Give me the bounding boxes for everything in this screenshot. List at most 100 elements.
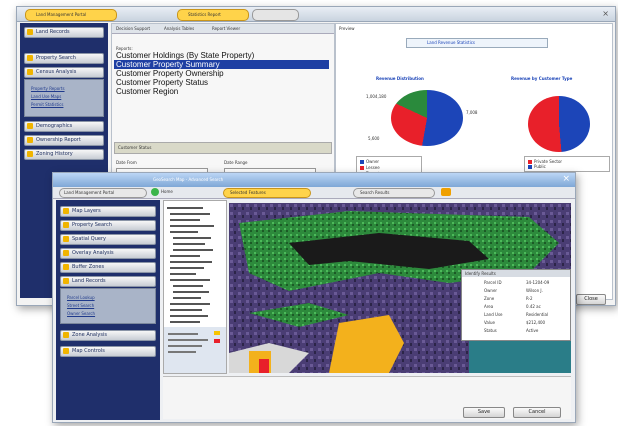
sidebar-item-census-analysis[interactable]: Census Analysis — [24, 67, 104, 78]
back-window-tab-2[interactable]: Statistics Report — [177, 9, 249, 21]
subtab[interactable]: Report Viewer — [212, 26, 240, 31]
close-button[interactable]: Close — [576, 294, 606, 305]
legend-item: Owner — [366, 159, 380, 164]
popup-titlebar: Identify Results — [462, 270, 570, 277]
popup-key: Land Use — [484, 312, 503, 317]
legend-swatch — [360, 166, 364, 170]
list-item[interactable]: Customer Region — [116, 87, 178, 96]
folder-icon — [27, 123, 33, 129]
chart2-title: Revenue by Customer Type — [511, 76, 573, 81]
popup-value: 34-1204-09 — [526, 280, 550, 285]
sidebar-item-overlay-analysis[interactable]: Overlay Analysis — [60, 248, 156, 259]
pie1-label: 1,004,180 — [366, 94, 387, 99]
sidebar-subpanel: Parcel Lookup Street Search Owner Search — [60, 288, 156, 324]
date-from-label: Date From — [116, 160, 137, 165]
table-row: Status Active — [464, 327, 568, 335]
toolbar-results-label: Search Results — [360, 190, 390, 195]
sidebar-item-map-layers[interactable]: Map Layers — [60, 206, 156, 217]
sidebar-item-label: Demographics — [36, 123, 73, 129]
folder-icon — [27, 69, 33, 75]
folder-icon — [63, 222, 69, 228]
list-item[interactable]: Customer Holdings (By State Property) — [116, 51, 254, 60]
toolbar-selected-label: Selected Features — [230, 190, 266, 195]
save-button[interactable]: Save — [463, 407, 505, 418]
back-window-titlebar: Land Management Portal Statistics Report… — [17, 7, 615, 22]
sidebar-item-ownership-report[interactable]: Ownership Report — [24, 135, 104, 146]
list-item[interactable]: Customer Property Ownership — [116, 69, 224, 78]
folder-icon — [63, 332, 69, 338]
folder-icon — [27, 137, 33, 143]
sidebar-subpanel: Property Reports Land Use Maps Permit St… — [24, 79, 104, 117]
sidebar-link[interactable]: Street Search — [67, 303, 94, 308]
sidebar-link[interactable]: Property Reports — [31, 86, 65, 91]
popup-key: Status — [484, 328, 497, 333]
map-canvas[interactable]: Identify Results Parcel ID 34-1204-09 Ow… — [229, 203, 571, 373]
front-window-title: GeoSearch Map - Advanced Search — [153, 177, 224, 182]
folder-icon — [63, 348, 69, 354]
sidebar-item-land-records[interactable]: Land Records — [24, 27, 104, 38]
table-row: Value $212,400 — [464, 319, 568, 327]
back-window-tab-3[interactable] — [252, 9, 299, 21]
sidebar-item-label: Zoning History — [36, 151, 73, 157]
sidebar-item-zone-analysis[interactable]: Zone Analysis — [60, 330, 156, 341]
legend-item: Public — [534, 164, 546, 169]
folder-icon — [27, 29, 33, 35]
toolbar-results-tab[interactable]: Search Results — [353, 188, 435, 198]
folder-icon — [63, 236, 69, 242]
folder-icon — [63, 208, 69, 214]
popup-value: R-2 — [526, 296, 533, 301]
toolbar-portal-label: Land Management Portal — [64, 190, 115, 195]
chart2-legend: Private Sector Public — [524, 156, 610, 172]
layer-tree[interactable] — [164, 201, 226, 373]
sidebar-item-buffer-zones[interactable]: Buffer Zones — [60, 262, 156, 273]
cancel-button[interactable]: Cancel — [513, 407, 561, 418]
sidebar-item-land-records[interactable]: Land Records — [60, 276, 156, 287]
sidebar-item-label: Ownership Report — [36, 137, 81, 143]
sidebar-link[interactable]: Permit Statistics — [31, 102, 63, 107]
sidebar-item-zoning-history[interactable]: Zoning History — [24, 149, 104, 160]
list-item[interactable]: Customer Property Summary — [116, 60, 220, 69]
folder-icon — [63, 278, 69, 284]
window-close-icon[interactable]: × — [602, 9, 609, 18]
front-bottom-panel: Save Cancel — [163, 376, 571, 419]
sidebar-item-label: Land Records — [36, 29, 70, 35]
sidebar-item-map-controls[interactable]: Map Controls — [60, 346, 156, 357]
front-toolbar: Land Management Portal Home Selected Fea… — [53, 187, 575, 199]
sidebar-link[interactable]: Land Use Maps — [31, 94, 61, 99]
subtab[interactable]: Analysis Tables — [164, 26, 194, 31]
popup-title: Identify Results — [465, 271, 496, 276]
sidebar-item-spatial-query[interactable]: Spatial Query — [60, 234, 156, 245]
subtab[interactable]: Decision Support — [116, 26, 150, 31]
sidebar-item-label: Map Layers — [72, 208, 101, 214]
filter-label: Customer Status — [118, 145, 152, 150]
gear-icon[interactable] — [441, 188, 451, 196]
sidebar-item-property-search[interactable]: Property Search — [60, 220, 156, 231]
home-button[interactable]: Home — [151, 188, 179, 196]
sidebar-item-demographics[interactable]: Demographics — [24, 121, 104, 132]
sidebar-link[interactable]: Owner Search — [67, 311, 95, 316]
legend-swatch — [528, 160, 532, 164]
window-close-icon[interactable]: × — [562, 174, 570, 184]
save-button-label: Save — [477, 409, 491, 415]
toolbar-selected-tab[interactable]: Selected Features — [223, 188, 311, 198]
back-window-tab[interactable]: Land Management Portal — [25, 9, 117, 21]
front-window-titlebar: GeoSearch Map - Advanced Search × — [53, 173, 575, 188]
sidebar-item-label: Spatial Query — [72, 236, 106, 242]
folder-icon — [27, 151, 33, 157]
table-row: Owner Wilson J. — [464, 287, 568, 295]
table-row: Zone R-2 — [464, 295, 568, 303]
legend-swatch — [528, 165, 532, 169]
popup-value: $212,400 — [526, 320, 546, 325]
pie1-label: 5,600 — [368, 136, 380, 141]
popup-key: Area — [484, 304, 494, 309]
home-label: Home — [161, 189, 173, 194]
pie1-label: 7,008 — [466, 110, 478, 115]
sidebar-item-property-search[interactable]: Property Search — [24, 53, 104, 64]
sidebar-link[interactable]: Parcel Lookup — [67, 295, 95, 300]
folder-icon — [63, 250, 69, 256]
toolbar-portal-tab[interactable]: Land Management Portal — [59, 188, 147, 198]
back-window-tab-label: Land Management Portal — [36, 12, 87, 17]
popup-key: Parcel ID — [484, 280, 502, 285]
sidebar-item-label: Buffer Zones — [72, 264, 105, 270]
list-item[interactable]: Customer Property Status — [116, 78, 208, 87]
